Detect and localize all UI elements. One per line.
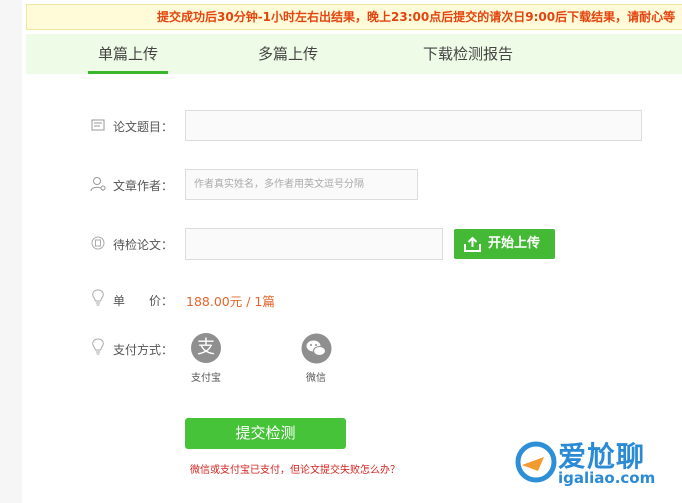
- wechat-icon: [301, 333, 332, 364]
- lightbulb-icon: [92, 338, 104, 355]
- submit-check-button[interactable]: 提交检测: [185, 418, 346, 449]
- alipay-label: 支付宝: [191, 373, 221, 384]
- start-upload-button[interactable]: 开始上传: [454, 229, 555, 259]
- payment-failed-help-link[interactable]: 微信或支付宝已支付，但论文提交失败怎么办？: [190, 461, 400, 476]
- payment-label: 支付方式：: [113, 343, 174, 357]
- title-label: 论文题目：: [113, 120, 174, 134]
- watermark-logo-icon: [515, 441, 557, 483]
- file-icon: [91, 236, 105, 250]
- watermark: 爱尬聊 igaliao.com: [514, 425, 682, 503]
- left-rail: [0, 0, 22, 503]
- wechat-label: 微信: [306, 373, 326, 384]
- upload-icon: [464, 236, 481, 252]
- price-label: 单 价：: [113, 294, 174, 308]
- watermark-url: igaliao.com: [558, 469, 656, 487]
- title-icon: [91, 119, 105, 131]
- title-input[interactable]: [185, 110, 642, 141]
- user-icon: [90, 177, 106, 192]
- author-label: 文章作者：: [113, 179, 174, 193]
- price-value: 188.00元 / 1篇: [186, 294, 275, 309]
- paper-file-input[interactable]: [185, 228, 443, 260]
- tab-single-upload[interactable]: 单篇上传: [88, 34, 168, 74]
- tab-download-report[interactable]: 下载检测报告: [408, 34, 528, 74]
- author-input[interactable]: 作者真实姓名，多作者用英文逗号分隔: [185, 169, 418, 200]
- paper-label: 待检论文：: [113, 238, 174, 252]
- tab-bar: 单篇上传 多篇上传 下载检测报告: [26, 34, 682, 74]
- notice-banner: 提交成功后30分钟-1小时左右出结果，晚上23:00点后提交的请次日9:00后下…: [26, 4, 682, 30]
- start-upload-label: 开始上传: [488, 236, 541, 251]
- lightbulb-icon: [92, 289, 104, 306]
- tab-multi-upload[interactable]: 多篇上传: [248, 34, 328, 74]
- alipay-icon: 支: [191, 333, 221, 363]
